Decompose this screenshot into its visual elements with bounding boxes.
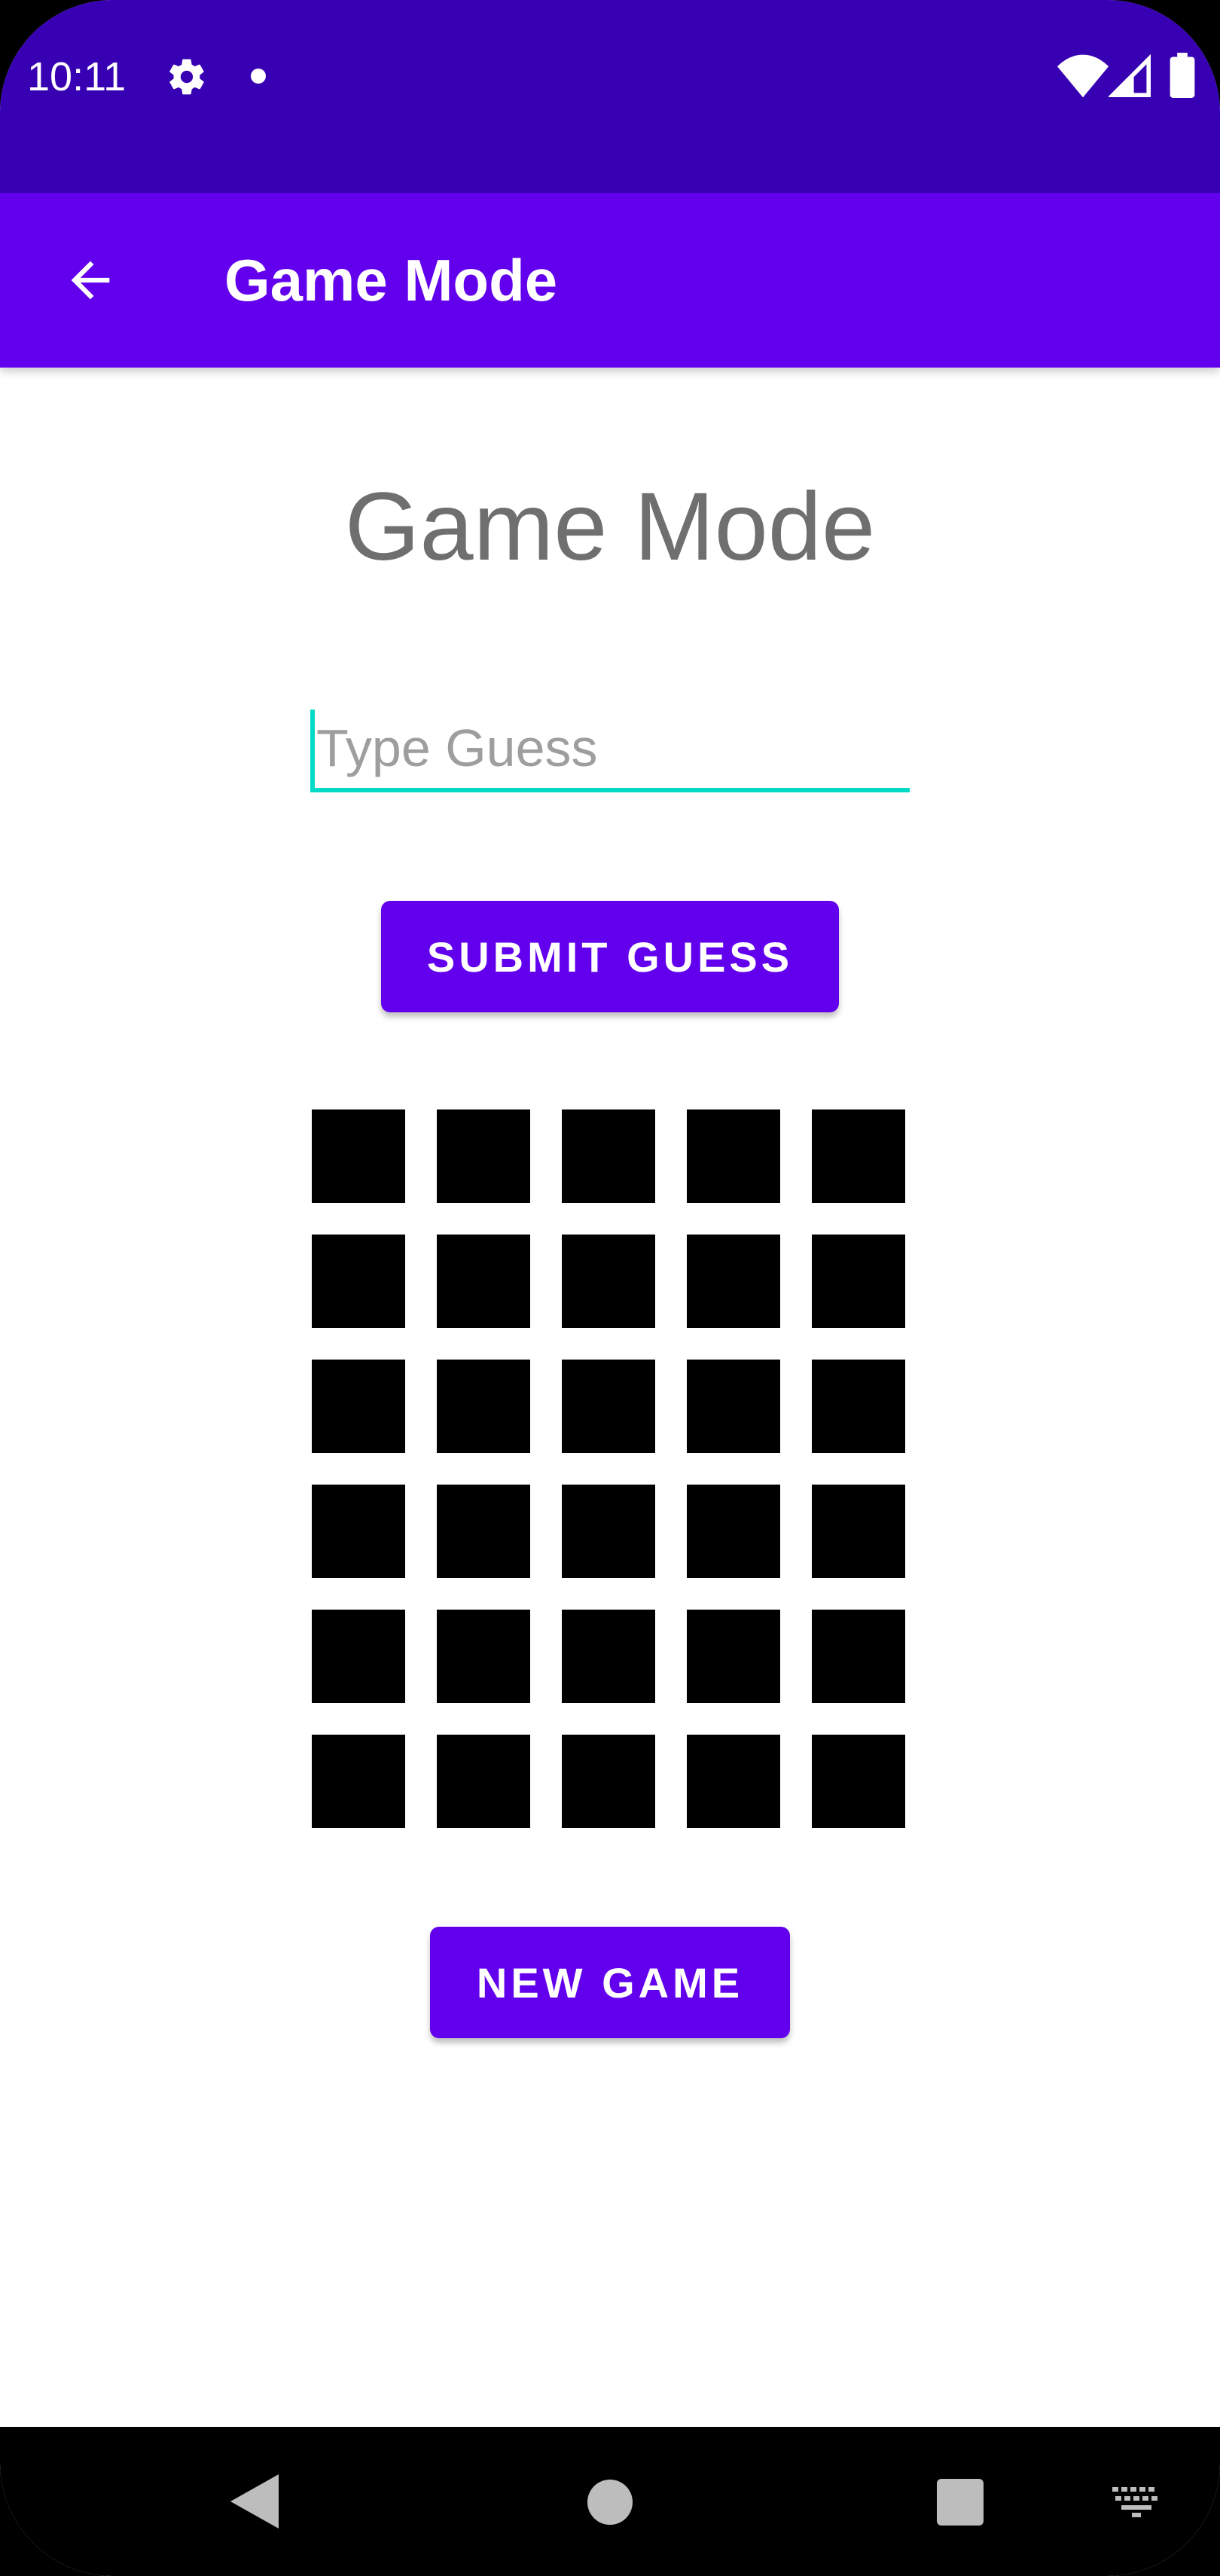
grid-cell — [562, 1360, 655, 1453]
grid-cell — [812, 1360, 905, 1453]
submit-guess-button[interactable]: SUBMIT GUESS — [381, 901, 839, 1012]
grid-cell — [812, 1109, 905, 1203]
grid-cell — [687, 1735, 780, 1828]
grid-cell — [562, 1485, 655, 1578]
new-game-button[interactable]: NEW GAME — [430, 1927, 790, 2038]
grid-cell — [562, 1235, 655, 1328]
grid-cell — [312, 1235, 405, 1328]
page-title: Game Mode — [344, 473, 876, 581]
guess-input[interactable] — [310, 708, 910, 792]
grid-cell — [812, 1735, 905, 1828]
grid-cell — [562, 1735, 655, 1828]
grid-cell — [687, 1360, 780, 1453]
arrow-left-icon — [71, 261, 110, 300]
letter-grid — [312, 1109, 908, 1830]
grid-cell — [562, 1109, 655, 1203]
grid-cell — [312, 1610, 405, 1703]
grid-cell — [437, 1360, 530, 1453]
grid-cell — [437, 1485, 530, 1578]
phone-screen: 10:11 Game Mode Game Mode SUBMIT GUESS — [0, 0, 1220, 2576]
grid-cell — [812, 1235, 905, 1328]
status-time: 10:11 — [27, 54, 127, 99]
status-bar: 10:11 — [0, 0, 1220, 193]
gear-icon — [169, 59, 204, 95]
back-button[interactable] — [45, 235, 136, 325]
grid-cell — [312, 1360, 405, 1453]
grid-cell — [437, 1109, 530, 1203]
grid-cell — [687, 1485, 780, 1578]
notification-dot-icon — [251, 69, 266, 84]
home-circle-icon[interactable] — [587, 2480, 633, 2525]
grid-cell — [687, 1610, 780, 1703]
app-bar: Game Mode — [0, 193, 1220, 368]
navigation-bar — [0, 2427, 1220, 2576]
text-cursor — [310, 710, 315, 788]
grid-cell — [437, 1235, 530, 1328]
recents-square-icon[interactable] — [937, 2479, 984, 2526]
app-bar-title: Game Mode — [224, 247, 558, 313]
grid-cell — [437, 1735, 530, 1828]
grid-cell — [437, 1610, 530, 1703]
grid-cell — [312, 1485, 405, 1578]
grid-cell — [562, 1610, 655, 1703]
grid-cell — [312, 1735, 405, 1828]
signal-icon — [1109, 54, 1151, 97]
grid-cell — [687, 1109, 780, 1203]
wifi-icon — [1057, 54, 1109, 98]
battery-icon — [1170, 53, 1195, 98]
grid-cell — [812, 1485, 905, 1578]
guess-field[interactable] — [310, 708, 910, 798]
back-triangle-icon[interactable] — [230, 2474, 279, 2529]
grid-cell — [812, 1610, 905, 1703]
grid-cell — [312, 1109, 405, 1203]
keyboard-icon[interactable] — [1112, 2487, 1161, 2517]
grid-cell — [687, 1235, 780, 1328]
